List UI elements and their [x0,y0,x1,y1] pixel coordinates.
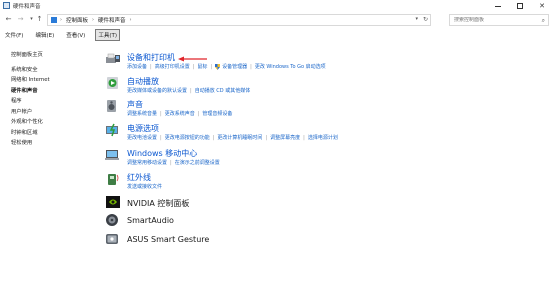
minimize-icon [495,5,501,7]
link-sleep-time[interactable]: 更改计算机睡眠时间 [217,134,262,141]
back-button[interactable]: ← [4,15,13,24]
link-mouse[interactable]: 鼠标 [197,63,207,70]
menu-bar: 文件(F) 编辑(E) 查看(V) 工具(T) [0,29,554,41]
sidebar-item-appearance[interactable]: 外观和个性化 [11,117,91,128]
forward-button[interactable]: → [16,15,25,24]
category-heading[interactable]: ASUS Smart Gesture [127,235,209,244]
control-panel-icon [51,17,57,23]
annotation-arrow-icon [178,56,207,62]
category-heading[interactable]: 电源选项 [127,123,159,134]
link-battery-settings[interactable]: 更改电池设置 [127,134,157,141]
search-box[interactable]: ⌕ [449,14,549,26]
link-add-device[interactable]: 添加设备 [127,63,147,70]
divider: | [160,110,162,117]
divider: | [160,134,162,141]
link-presentation-settings[interactable]: 在演示之前调整设置 [175,159,220,166]
link-power-plan[interactable]: 选择电源计划 [308,134,338,141]
category-links: 添加设备 | 高级打印机设置 | 鼠标 | 设备管理器 | 更改 Windows… [127,63,329,70]
category-links: 调整系统音量 | 更改系统声音 | 管理音频设备 [127,110,235,118]
category-heading[interactable]: NVIDIA 控制面板 [127,198,189,209]
category-links: 更改媒体或设备的默认设置 | 自动播放 CD 或其他媒体 [127,87,253,95]
link-media-defaults[interactable]: 更改媒体或设备的默认设置 [127,87,187,94]
asus-gesture-icon [106,234,118,244]
sidebar-item-hardware-sound: 硬件和声音 [11,87,38,94]
divider: | [303,134,305,141]
link-send-receive-files[interactable]: 发送或接收文件 [127,183,162,190]
smartaudio-icon [106,214,118,226]
divider: | [197,110,200,117]
sidebar: 控制面板主页 系统和安全 网络和 Internet 硬件和声音 程序 用户帐户 … [11,50,91,149]
category-links: 调整常用移动设置 | 在演示之前调整设置 [127,159,223,167]
minimize-button[interactable] [487,0,509,12]
category-heading[interactable]: 红外线 [127,172,151,183]
sidebar-item-user-accounts[interactable]: 用户帐户 [11,107,91,118]
menu-tools[interactable]: 工具(T) [95,29,120,41]
divider: | [210,63,213,70]
category-heading[interactable]: Windows 移动中心 [127,148,197,159]
sidebar-item-home[interactable]: 控制面板主页 [11,50,91,61]
category-heading[interactable]: 自动播放 [127,76,159,87]
divider: | [212,134,215,141]
power-options-icon [106,123,118,137]
divider: | [170,159,172,166]
sidebar-item-clock-region[interactable]: 时钟和区域 [11,128,91,139]
category-links: 发送或接收文件 [127,183,165,190]
menu-file[interactable]: 文件(F) [3,30,25,40]
link-advanced-printer[interactable]: 高级打印机设置 [155,63,190,70]
link-system-sounds[interactable]: 更改系统声音 [165,110,195,117]
chevron-down-icon[interactable]: ▾ [415,16,418,22]
sidebar-item-system-security[interactable]: 系统和安全 [11,65,91,76]
link-autoplay-cd[interactable]: 自动播放 CD 或其他媒体 [195,87,251,94]
search-icon[interactable]: ⌕ [542,17,545,25]
printer-icon [106,53,120,63]
mobility-center-icon [105,150,119,160]
link-power-button[interactable]: 更改电源按钮的功能 [165,134,210,141]
category-heading[interactable]: 设备和打印机 [127,52,175,63]
breadcrumb-hardware-sound[interactable]: 硬件和声音 [98,16,126,24]
category-heading[interactable]: 声音 [127,99,143,110]
link-windows-to-go[interactable]: 更改 Windows To Go 启动选项 [255,63,326,70]
menu-edit[interactable]: 编辑(E) [33,30,56,40]
link-device-manager[interactable]: 设备管理器 [222,63,247,70]
divider: | [192,63,195,70]
sidebar-item-network[interactable]: 网络和 Internet [11,75,91,86]
address-bar-row: ← → ▾ ↑ › 控制面板 › 硬件和声音 › ▾ ↻ ⌕ [0,12,554,28]
address-field[interactable]: › 控制面板 › 硬件和声音 › ▾ ↻ [47,14,431,26]
divider: | [265,134,268,141]
divider: | [190,87,192,94]
speaker-icon [107,100,116,112]
nvidia-icon [106,196,120,208]
up-button[interactable]: ↑ [35,15,44,24]
chevron-right-icon: › [92,17,95,23]
title-bar: 硬件和声音 ✕ [0,0,554,12]
sidebar-item-ease-of-access[interactable]: 轻松使用 [11,138,91,149]
infrared-icon [108,174,119,185]
close-button[interactable]: ✕ [531,0,553,12]
link-audio-devices[interactable]: 管理音频设备 [202,110,232,117]
divider: | [150,63,152,70]
category-links: 更改电池设置 | 更改电源按钮的功能 | 更改计算机睡眠时间 | 调整屏幕亮度 … [127,134,341,142]
chevron-right-icon: › [129,17,132,23]
chevron-right-icon: › [60,17,62,23]
maximize-icon [517,3,523,9]
search-input[interactable] [454,17,538,23]
autoplay-icon [107,77,118,89]
maximize-button[interactable] [509,0,531,12]
control-panel-icon [3,2,10,9]
window-title: 硬件和声音 [13,4,41,10]
link-screen-brightness[interactable]: 调整屏幕亮度 [270,134,300,141]
link-system-volume[interactable]: 调整系统音量 [127,110,157,117]
divider: | [250,63,252,70]
category-heading[interactable]: SmartAudio [127,216,174,225]
link-mobility-settings[interactable]: 调整常用移动设置 [127,159,167,166]
sidebar-item-programs[interactable]: 程序 [11,96,91,107]
refresh-icon[interactable]: ↻ [423,16,428,23]
menu-view[interactable]: 查看(V) [64,30,87,40]
breadcrumb-control-panel[interactable]: 控制面板 [66,16,88,24]
uac-shield-icon [215,63,221,70]
close-icon: ✕ [539,2,545,10]
